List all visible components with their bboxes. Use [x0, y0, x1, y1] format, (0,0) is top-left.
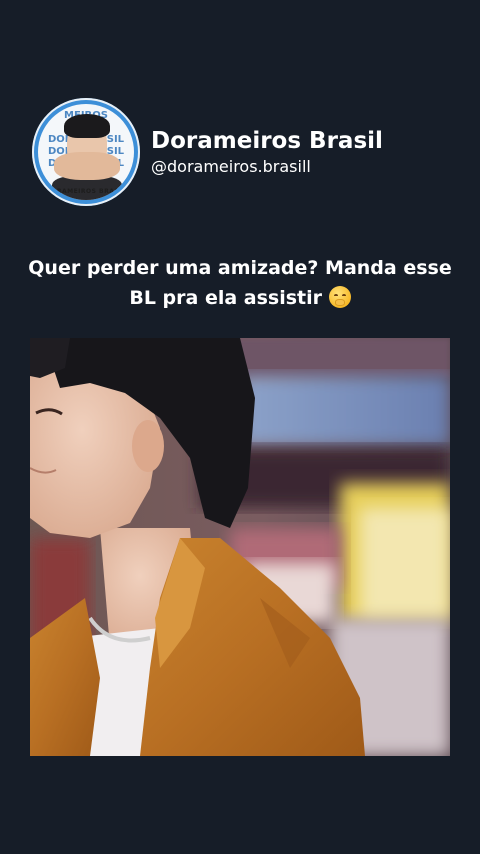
caption-line-2: BL pra ela assistir: [129, 287, 323, 309]
avatar-image: MEIROS RASIL DORA BRASIL DORA BRASIL DOR…: [38, 104, 134, 200]
account-names: Dorameiros Brasil @dorameiros.brasill: [151, 127, 383, 178]
avatar-ring-text: DORAMEIROS BRASIL: [45, 188, 127, 195]
account-handle[interactable]: @dorameiros.brasill: [151, 156, 383, 178]
post-header: MEIROS RASIL DORA BRASIL DORA BRASIL DOR…: [32, 98, 383, 206]
caption-line-2-wrap: BL pra ela assistir: [0, 283, 480, 313]
caption-line-1: Quer perder uma amizade? Manda esse: [28, 257, 452, 279]
display-name[interactable]: Dorameiros Brasil: [151, 127, 383, 155]
man-in-orange-jacket-image: [30, 338, 450, 756]
avatar-hair-shape: [64, 114, 110, 138]
post-media-image[interactable]: [30, 338, 450, 756]
face-with-hand-over-mouth-icon: [328, 286, 351, 308]
post-caption: Quer perder uma amizade? Manda esse BL p…: [0, 253, 480, 313]
profile-avatar[interactable]: MEIROS RASIL DORA BRASIL DORA BRASIL DOR…: [32, 98, 140, 206]
avatar-hands-shape: [54, 152, 120, 180]
